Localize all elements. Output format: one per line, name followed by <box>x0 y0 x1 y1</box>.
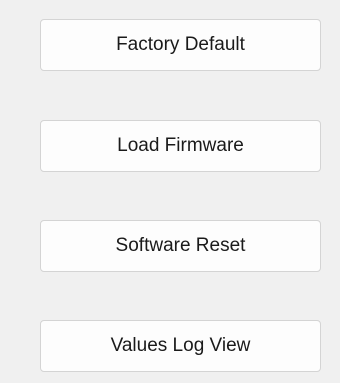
load-firmware-button[interactable]: Load Firmware <box>40 120 321 172</box>
device-actions-panel: Factory Default Load Firmware Software R… <box>0 0 340 383</box>
values-log-view-button[interactable]: Values Log View <box>40 320 321 372</box>
software-reset-button[interactable]: Software Reset <box>40 220 321 272</box>
factory-default-button[interactable]: Factory Default <box>40 19 321 71</box>
